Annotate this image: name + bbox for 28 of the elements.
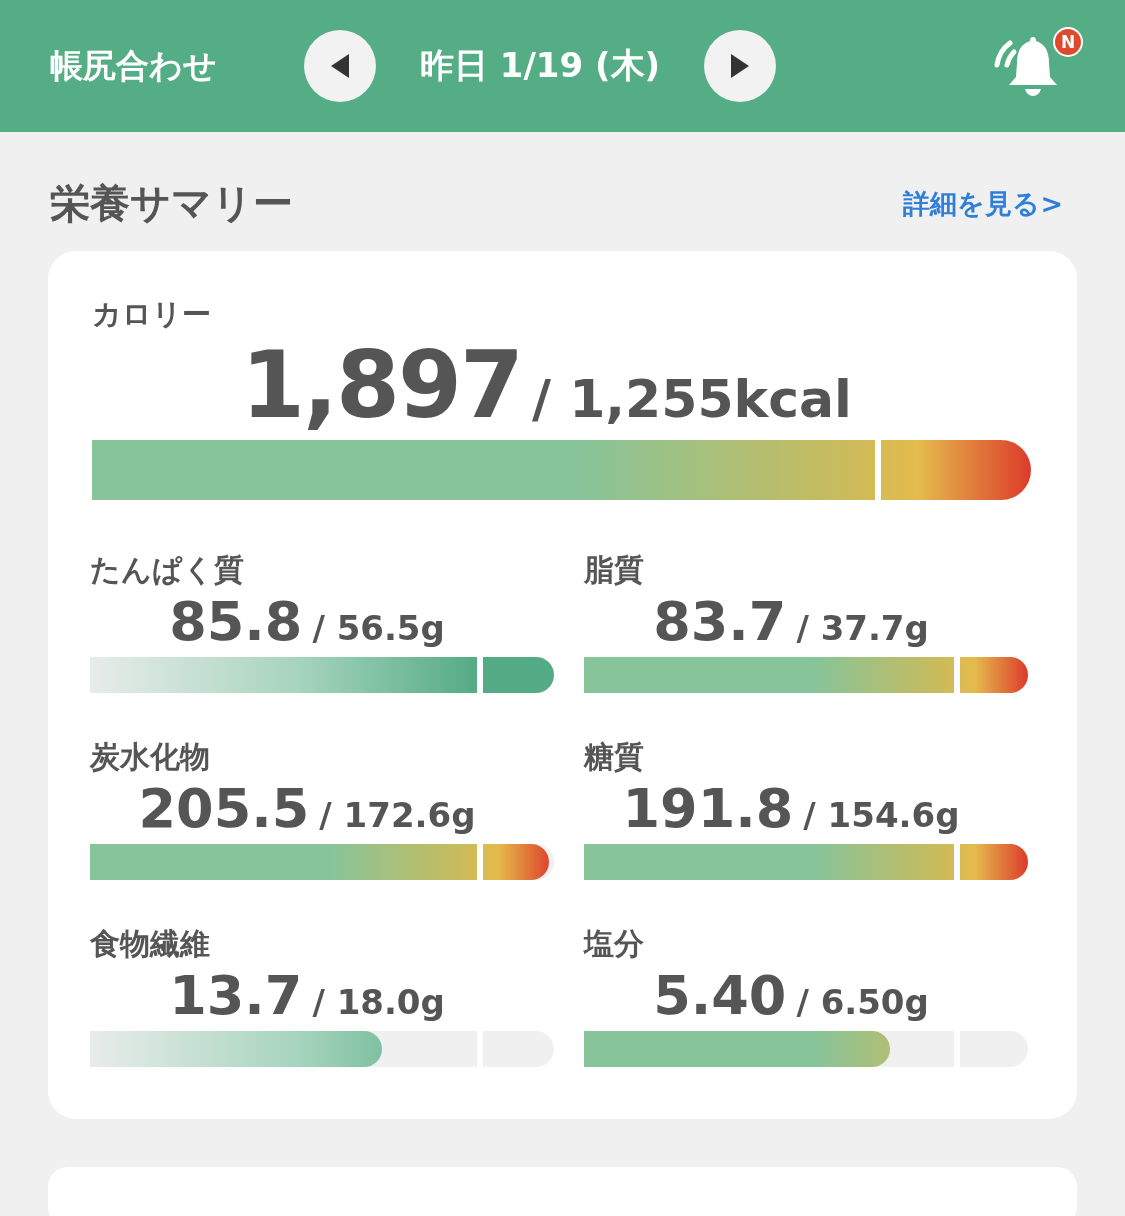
details-link[interactable]: 詳細を見る> — [903, 185, 1063, 222]
nutrient-label: 糖質 — [584, 738, 645, 777]
section-title: 栄養サマリー — [50, 179, 293, 228]
nutrient-label: たんぱく質 — [90, 551, 245, 590]
nutrient-value: 83.7 — [653, 591, 787, 654]
nutrient-label: カロリー — [92, 296, 212, 333]
nutrient-value: 205.5 — [138, 778, 310, 841]
nutrient-target: / 6.50g — [796, 982, 929, 1023]
nutrient-target: / 154.6g — [803, 795, 960, 836]
screen-title: 帳尻合わせ — [50, 44, 218, 87]
calorie-value: 1,897 — [241, 335, 523, 437]
nutrient-value: 85.8 — [169, 591, 303, 654]
nutrient-label: 塩分 — [584, 925, 645, 964]
nutrient-target: / 56.5g — [312, 608, 445, 649]
calorie-target: / 1,255kcal — [532, 369, 852, 429]
nutrient-target: / 18.0g — [312, 982, 445, 1023]
nutrient-target: / 37.7g — [796, 608, 929, 649]
nutrient-value: 191.8 — [622, 778, 794, 841]
notification-badge: N — [1053, 27, 1083, 57]
left-triangle-icon — [329, 52, 351, 80]
nutrient-label: 脂質 — [584, 551, 645, 590]
nutrient-value: 5.40 — [653, 965, 787, 1028]
nutrient-target: / 172.6g — [319, 795, 476, 836]
date-label: 昨日 1/19 (木) — [418, 44, 662, 87]
nutrient-value: 13.7 — [169, 965, 303, 1028]
nutrient-label: 炭水化物 — [90, 738, 211, 777]
right-triangle-icon — [729, 52, 751, 80]
nutrient-label: 食物繊維 — [90, 925, 211, 964]
